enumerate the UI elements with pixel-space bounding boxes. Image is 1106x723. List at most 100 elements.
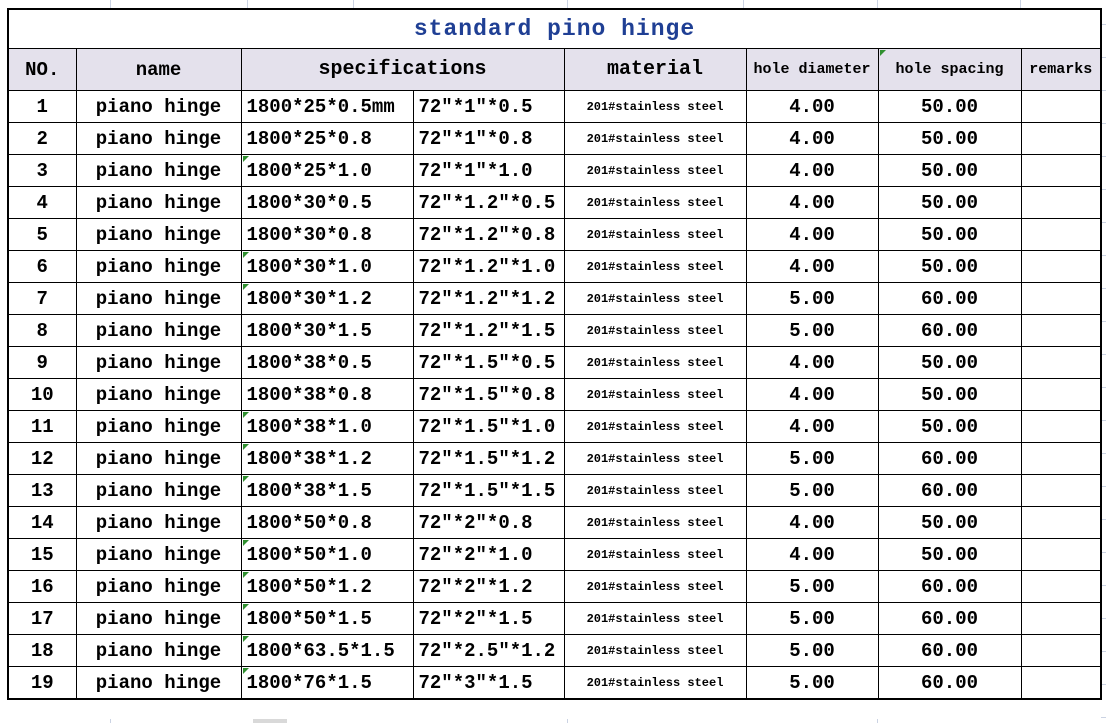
cell-spec-inch[interactable]: 72″*1.2″*1.2: [413, 283, 564, 315]
cell-no[interactable]: 4: [8, 187, 76, 219]
cell-spec-mm[interactable]: 1800*50*1.2: [241, 571, 413, 603]
cell-no[interactable]: 13: [8, 475, 76, 507]
cell-hole-diameter[interactable]: 4.00: [746, 155, 878, 187]
cell-name[interactable]: piano hinge: [76, 635, 241, 667]
cell-hole-spacing[interactable]: 50.00: [878, 187, 1021, 219]
cell-remarks[interactable]: [1021, 571, 1101, 603]
cell-material[interactable]: 201#stainless steel: [564, 155, 746, 187]
cell-no[interactable]: 16: [8, 571, 76, 603]
cell-spec-mm[interactable]: 1800*30*1.5: [241, 315, 413, 347]
cell-remarks[interactable]: [1021, 283, 1101, 315]
cell-spec-inch[interactable]: 72″*1″*1.0: [413, 155, 564, 187]
cell-spec-inch[interactable]: 72″*1.5″*1.0: [413, 411, 564, 443]
cell-spec-inch[interactable]: 72″*3″*1.5: [413, 667, 564, 700]
cell-no[interactable]: 7: [8, 283, 76, 315]
cell-remarks[interactable]: [1021, 219, 1101, 251]
cell-hole-diameter[interactable]: 5.00: [746, 315, 878, 347]
cell-spec-inch[interactable]: 72″*2″*1.2: [413, 571, 564, 603]
cell-material[interactable]: 201#stainless steel: [564, 507, 746, 539]
cell-hole-diameter[interactable]: 4.00: [746, 379, 878, 411]
cell-remarks[interactable]: [1021, 251, 1101, 283]
cell-hole-diameter[interactable]: 4.00: [746, 347, 878, 379]
cell-hole-spacing[interactable]: 50.00: [878, 347, 1021, 379]
cell-material[interactable]: 201#stainless steel: [564, 283, 746, 315]
cell-spec-inch[interactable]: 72″*1.5″*0.8: [413, 379, 564, 411]
cell-name[interactable]: piano hinge: [76, 667, 241, 700]
cell-no[interactable]: 14: [8, 507, 76, 539]
cell-spec-mm[interactable]: 1800*76*1.5: [241, 667, 413, 700]
cell-no[interactable]: 12: [8, 443, 76, 475]
cell-spec-mm[interactable]: 1800*30*0.5: [241, 187, 413, 219]
cell-material[interactable]: 201#stainless steel: [564, 315, 746, 347]
cell-material[interactable]: 201#stainless steel: [564, 635, 746, 667]
cell-spec-mm[interactable]: 1800*25*0.5mm: [241, 91, 413, 123]
cell-spec-inch[interactable]: 72″*1.5″*0.5: [413, 347, 564, 379]
cell-name[interactable]: piano hinge: [76, 123, 241, 155]
cell-name[interactable]: piano hinge: [76, 155, 241, 187]
cell-remarks[interactable]: [1021, 315, 1101, 347]
cell-name[interactable]: piano hinge: [76, 507, 241, 539]
cell-spec-inch[interactable]: 72″*2″*1.0: [413, 539, 564, 571]
cell-spec-inch[interactable]: 72″*1″*0.5: [413, 91, 564, 123]
cell-name[interactable]: piano hinge: [76, 315, 241, 347]
cell-remarks[interactable]: [1021, 603, 1101, 635]
cell-name[interactable]: piano hinge: [76, 379, 241, 411]
cell-hole-spacing[interactable]: 60.00: [878, 603, 1021, 635]
cell-remarks[interactable]: [1021, 379, 1101, 411]
cell-remarks[interactable]: [1021, 443, 1101, 475]
cell-material[interactable]: 201#stainless steel: [564, 187, 746, 219]
cell-hole-spacing[interactable]: 50.00: [878, 379, 1021, 411]
cell-spec-inch[interactable]: 72″*1″*0.8: [413, 123, 564, 155]
cell-name[interactable]: piano hinge: [76, 475, 241, 507]
cell-name[interactable]: piano hinge: [76, 443, 241, 475]
cell-material[interactable]: 201#stainless steel: [564, 123, 746, 155]
cell-remarks[interactable]: [1021, 635, 1101, 667]
cell-spec-mm[interactable]: 1800*50*1.0: [241, 539, 413, 571]
cell-hole-spacing[interactable]: 50.00: [878, 219, 1021, 251]
cell-name[interactable]: piano hinge: [76, 411, 241, 443]
cell-hole-diameter[interactable]: 4.00: [746, 539, 878, 571]
cell-no[interactable]: 3: [8, 155, 76, 187]
cell-hole-diameter[interactable]: 4.00: [746, 411, 878, 443]
cell-hole-diameter[interactable]: 4.00: [746, 251, 878, 283]
cell-no[interactable]: 9: [8, 347, 76, 379]
cell-hole-spacing[interactable]: 50.00: [878, 507, 1021, 539]
col-header-hole-spacing[interactable]: hole spacing: [878, 49, 1021, 91]
cell-spec-mm[interactable]: 1800*25*1.0: [241, 155, 413, 187]
cell-no[interactable]: 5: [8, 219, 76, 251]
cell-material[interactable]: 201#stainless steel: [564, 667, 746, 700]
cell-hole-diameter[interactable]: 5.00: [746, 667, 878, 700]
cell-hole-spacing[interactable]: 60.00: [878, 475, 1021, 507]
cell-remarks[interactable]: [1021, 347, 1101, 379]
cell-material[interactable]: 201#stainless steel: [564, 251, 746, 283]
cell-name[interactable]: piano hinge: [76, 251, 241, 283]
cell-spec-mm[interactable]: 1800*38*1.2: [241, 443, 413, 475]
cell-no[interactable]: 18: [8, 635, 76, 667]
cell-hole-spacing[interactable]: 60.00: [878, 315, 1021, 347]
cell-material[interactable]: 201#stainless steel: [564, 475, 746, 507]
cell-no[interactable]: 17: [8, 603, 76, 635]
col-header-material[interactable]: material: [564, 49, 746, 91]
cell-material[interactable]: 201#stainless steel: [564, 539, 746, 571]
cell-hole-diameter[interactable]: 4.00: [746, 123, 878, 155]
cell-hole-spacing[interactable]: 50.00: [878, 123, 1021, 155]
cell-name[interactable]: piano hinge: [76, 283, 241, 315]
cell-name[interactable]: piano hinge: [76, 347, 241, 379]
cell-hole-spacing[interactable]: 60.00: [878, 571, 1021, 603]
cell-hole-spacing[interactable]: 60.00: [878, 635, 1021, 667]
cell-material[interactable]: 201#stainless steel: [564, 219, 746, 251]
cell-hole-spacing[interactable]: 60.00: [878, 283, 1021, 315]
cell-no[interactable]: 19: [8, 667, 76, 700]
cell-remarks[interactable]: [1021, 507, 1101, 539]
cell-remarks[interactable]: [1021, 91, 1101, 123]
cell-hole-diameter[interactable]: 5.00: [746, 283, 878, 315]
table-title[interactable]: standard pino hinge: [8, 9, 1101, 49]
cell-remarks[interactable]: [1021, 123, 1101, 155]
cell-material[interactable]: 201#stainless steel: [564, 443, 746, 475]
cell-spec-inch[interactable]: 72″*1.2″*0.8: [413, 219, 564, 251]
cell-remarks[interactable]: [1021, 155, 1101, 187]
cell-hole-spacing[interactable]: 50.00: [878, 91, 1021, 123]
cell-spec-inch[interactable]: 72″*2″*1.5: [413, 603, 564, 635]
cell-spec-mm[interactable]: 1800*30*1.2: [241, 283, 413, 315]
cell-spec-inch[interactable]: 72″*2.5″*1.2: [413, 635, 564, 667]
